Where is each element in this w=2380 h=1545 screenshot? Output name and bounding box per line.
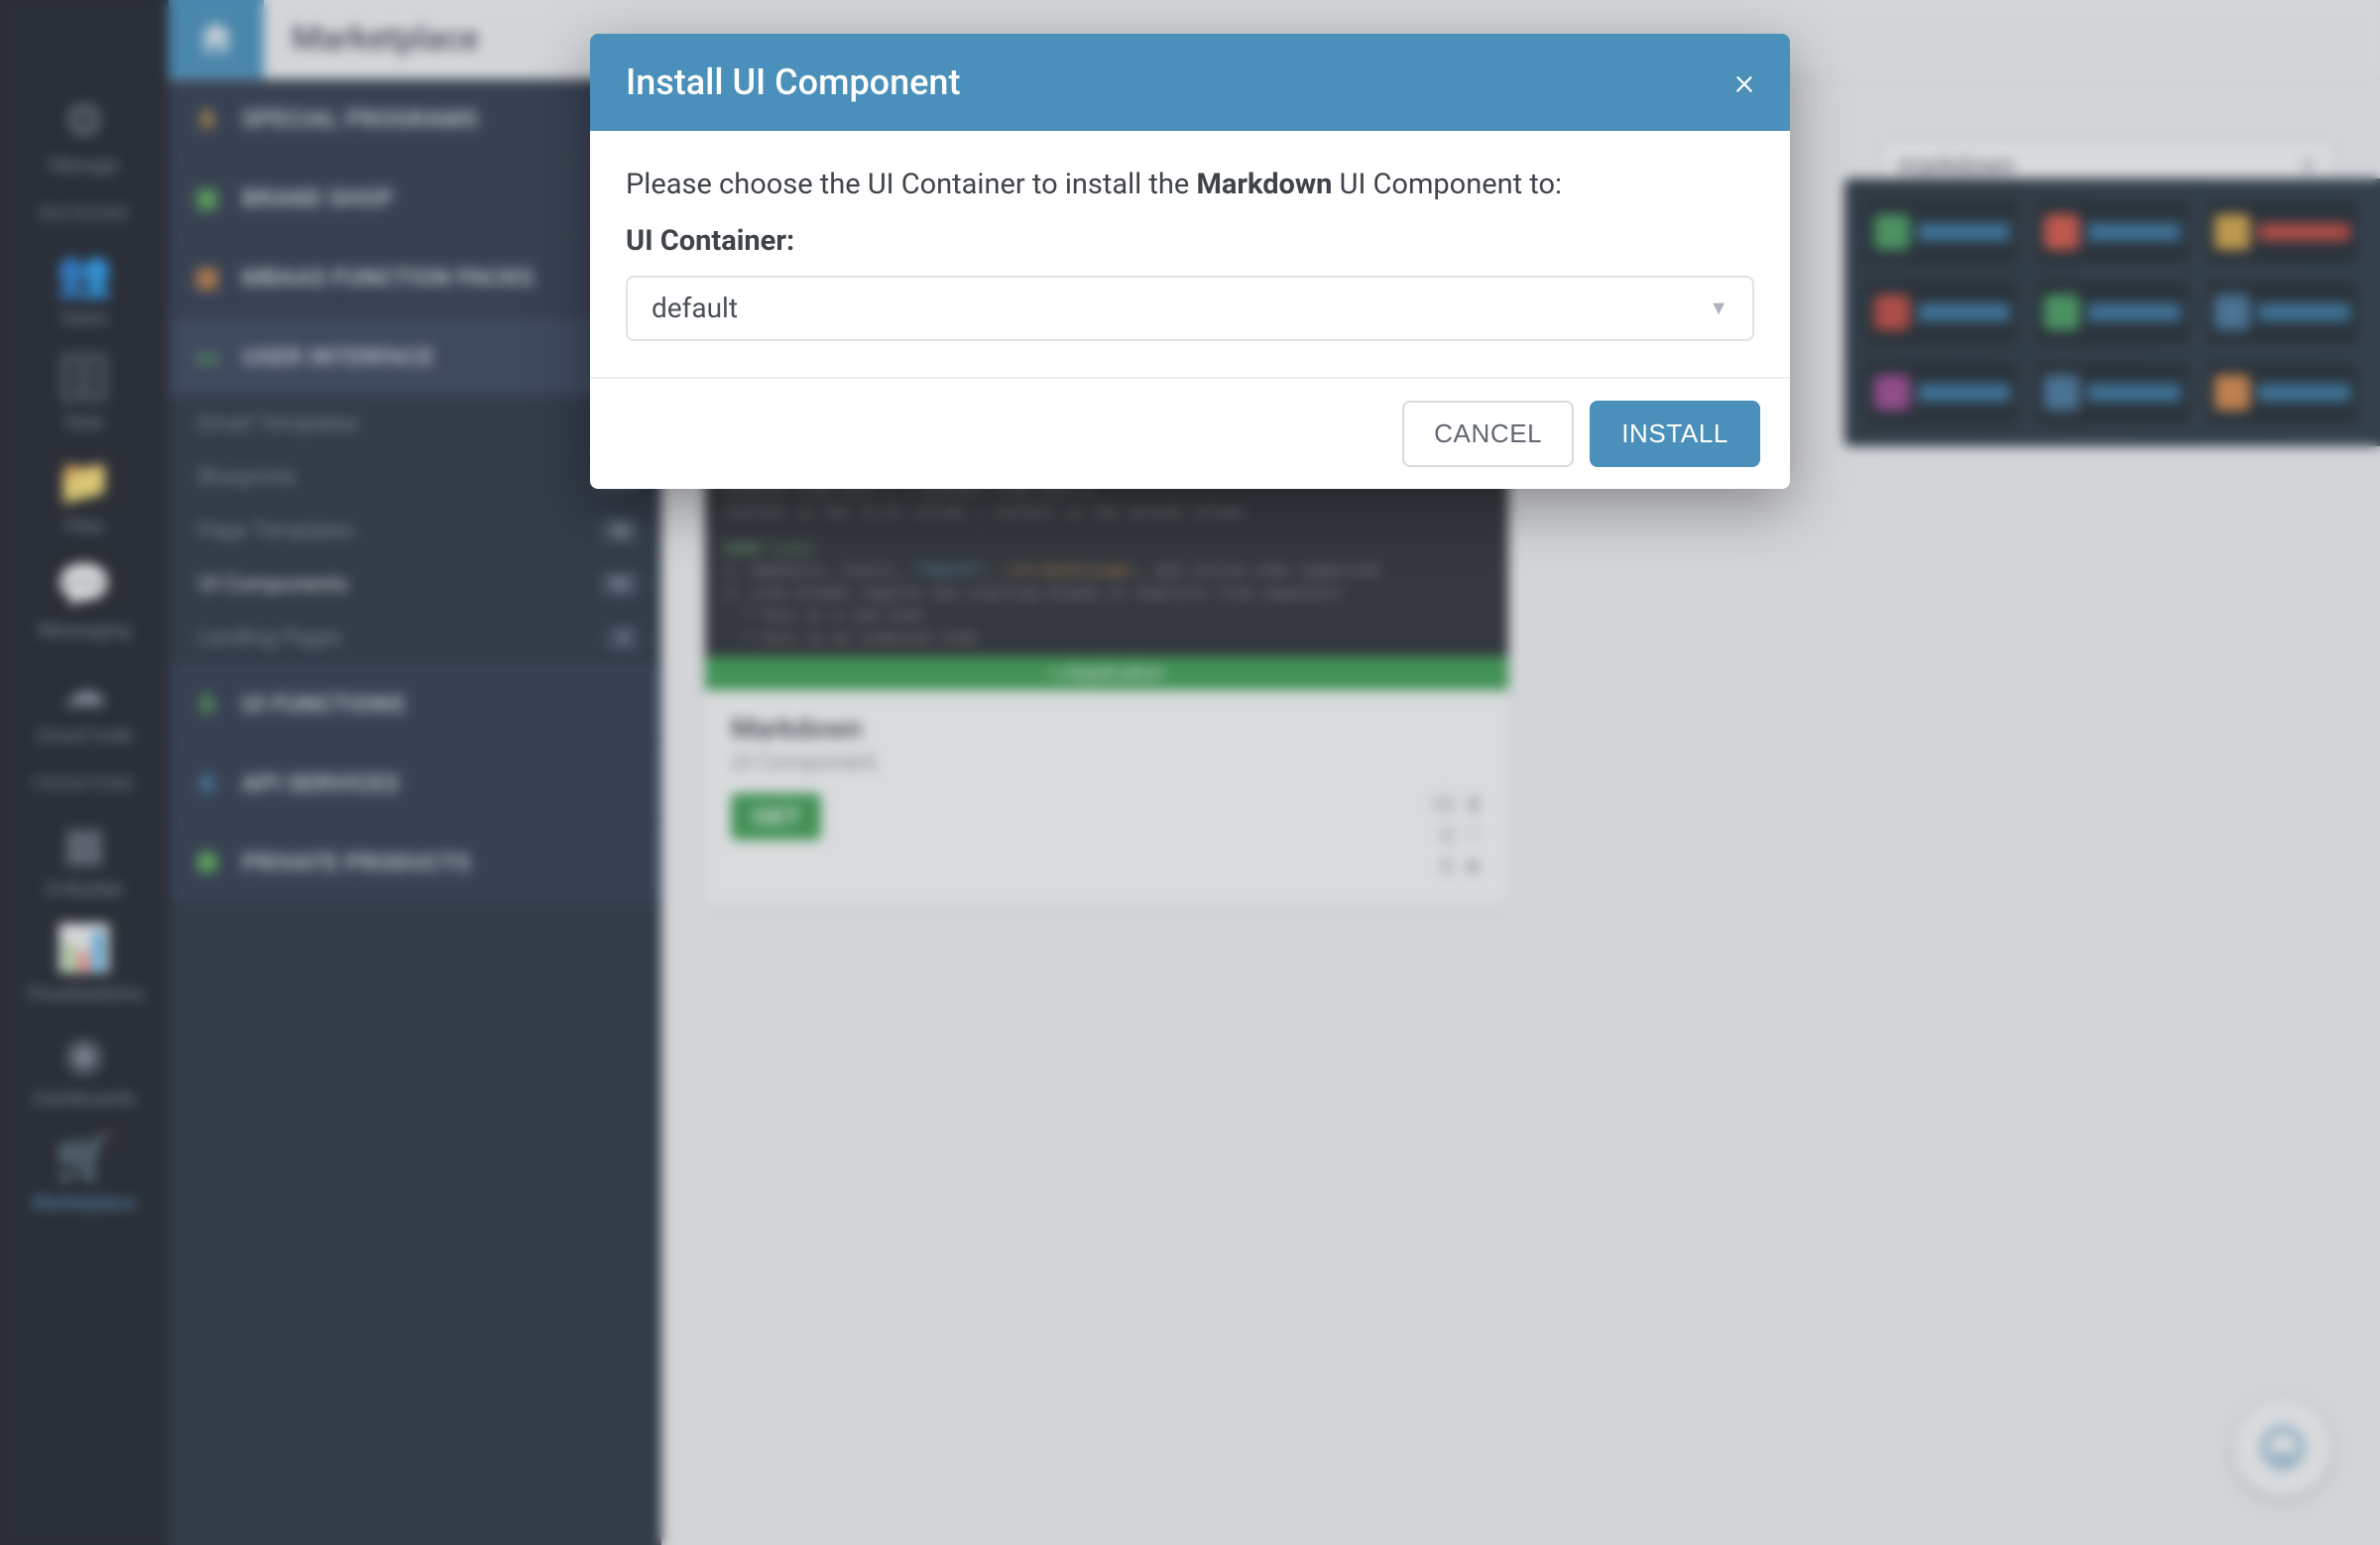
modal-prompt: Please choose the UI Container to instal… <box>626 163 1754 207</box>
ui-container-select[interactable]: default ▼ <box>626 276 1754 341</box>
prompt-suffix: UI Component to: <box>1332 168 1562 201</box>
modal-header: Install UI Component × <box>590 34 1790 131</box>
install-button[interactable]: INSTALL <box>1590 401 1760 467</box>
cancel-button[interactable]: CANCEL <box>1402 401 1574 467</box>
prompt-prefix: Please choose the UI Container to instal… <box>626 168 1196 201</box>
close-icon[interactable]: × <box>1734 63 1754 101</box>
modal-body: Please choose the UI Container to instal… <box>590 131 1790 377</box>
chevron-down-icon: ▼ <box>1709 293 1728 323</box>
modal-title: Install UI Component <box>626 61 960 103</box>
install-modal: Install UI Component × Please choose the… <box>590 34 1790 489</box>
component-name: Markdown <box>1196 168 1332 201</box>
container-label: UI Container: <box>626 219 1754 264</box>
select-value: default <box>652 287 738 329</box>
modal-footer: CANCEL INSTALL <box>590 377 1790 489</box>
